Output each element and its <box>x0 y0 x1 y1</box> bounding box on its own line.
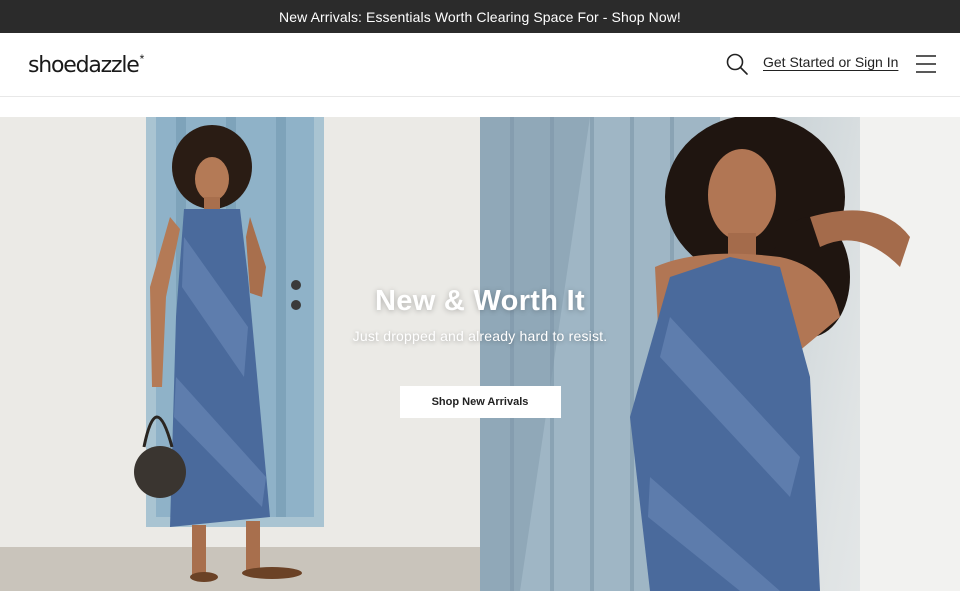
hero-title: New & Worth It <box>375 285 585 317</box>
hero-banner[interactable]: New & Worth It Just dropped and already … <box>0 117 960 591</box>
search-icon[interactable] <box>725 52 749 76</box>
site-logo[interactable]: shoedazzle * <box>28 53 144 79</box>
signin-link[interactable]: Get Started or Sign In <box>763 54 898 70</box>
promo-banner-text[interactable]: New Arrivals: Essentials Worth Clearing … <box>279 9 681 25</box>
logo-wordmark: shoedazzle <box>28 53 140 78</box>
promo-banner[interactable]: New Arrivals: Essentials Worth Clearing … <box>0 0 960 33</box>
hero-subtitle: Just dropped and already hard to resist. <box>352 328 608 344</box>
logo-star-mark: * <box>139 52 145 66</box>
shop-new-arrivals-button[interactable]: Shop New Arrivals <box>399 386 561 418</box>
hamburger-menu-icon[interactable] <box>915 53 937 75</box>
hero-content: New & Worth It Just dropped and already … <box>0 117 960 591</box>
site-header: shoedazzle * Get Started or Sign In <box>0 33 960 97</box>
